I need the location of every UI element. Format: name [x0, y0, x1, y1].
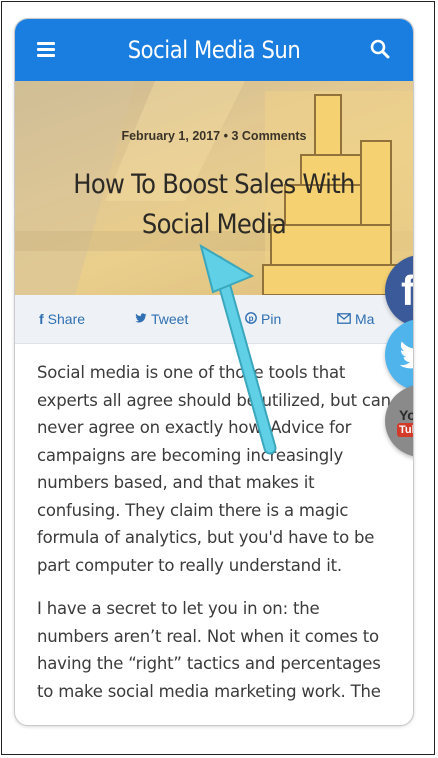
- article-title: How To Boost Sales With Social Media: [73, 169, 355, 240]
- mail-label: Ma: [355, 311, 375, 327]
- share-label: Share: [47, 311, 86, 327]
- facebook-icon: f: [39, 311, 44, 327]
- body-paragraph-2: I have a secret to let you in on: the nu…: [37, 599, 381, 701]
- youtube-tube-label: Tube: [397, 423, 413, 437]
- post-date: February 1, 2017: [121, 129, 221, 143]
- phone-screen: Social Media Sun February 1, 2017 • 3 Co…: [14, 18, 414, 726]
- share-mail-button[interactable]: Ma: [337, 311, 374, 327]
- twitter-icon: [399, 341, 413, 369]
- body-paragraph-1: Social media is one of those tools that …: [37, 363, 391, 575]
- mail-icon: [337, 311, 351, 327]
- top-navigation-bar: Social Media Sun: [15, 19, 413, 81]
- pin-label: Pin: [261, 311, 282, 327]
- pinterest-icon: p: [245, 311, 257, 327]
- comments-link[interactable]: 3 Comments: [231, 129, 306, 143]
- article-body: Social media is one of those tools that …: [37, 359, 393, 721]
- share-facebook-button[interactable]: f Share: [39, 311, 85, 327]
- hero-image: February 1, 2017 • 3 Comments How To Boo…: [15, 81, 413, 295]
- site-title[interactable]: Social Media Sun: [39, 36, 389, 64]
- share-twitter-button[interactable]: Tweet: [135, 311, 188, 327]
- search-icon[interactable]: [369, 38, 391, 60]
- twitter-icon: [135, 311, 147, 327]
- tweet-label: Tweet: [151, 311, 189, 327]
- youtube-icon: You: [399, 407, 413, 423]
- share-bar: f Share Tweet p Pin Ma: [15, 295, 413, 344]
- post-meta: February 1, 2017 • 3 Comments: [15, 129, 413, 143]
- share-pinterest-button[interactable]: p Pin: [245, 311, 281, 327]
- svg-text:p: p: [249, 314, 254, 323]
- facebook-icon: f: [401, 267, 414, 314]
